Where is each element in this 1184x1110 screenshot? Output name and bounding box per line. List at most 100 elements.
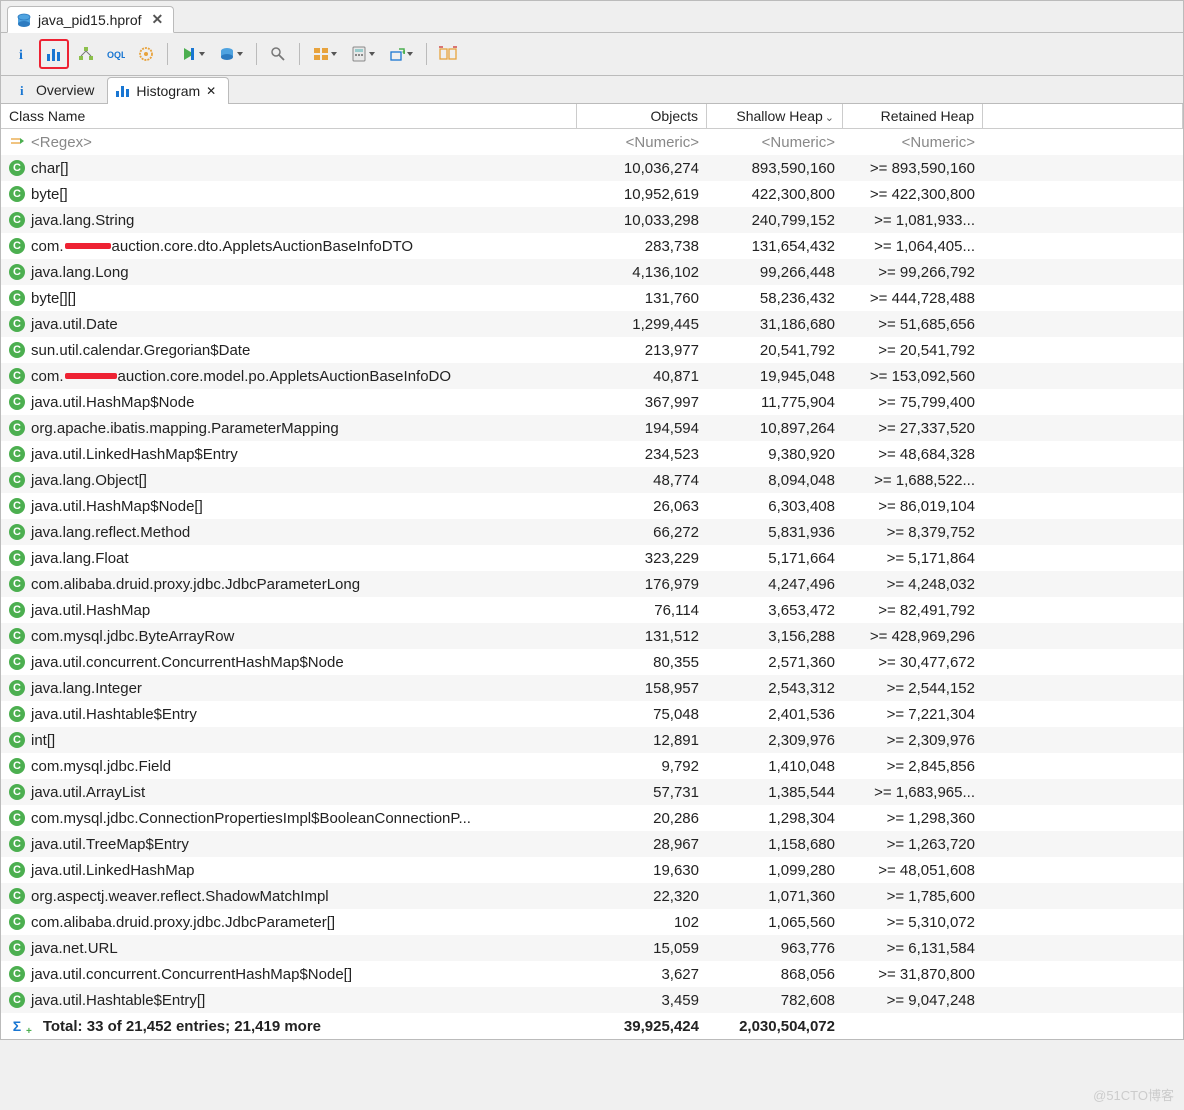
compare-icon[interactable] <box>435 41 461 67</box>
shallow-heap-value: 5,831,936 <box>707 524 843 541</box>
table-row[interactable]: Ccom.mysql.jdbc.ByteArrayRow131,5123,156… <box>1 623 1183 649</box>
class-icon: C <box>9 680 25 696</box>
table-row[interactable]: Csun.util.calendar.Gregorian$Date213,977… <box>1 337 1183 363</box>
table-row[interactable]: Ccom.alibaba.druid.proxy.jdbc.JdbcParame… <box>1 571 1183 597</box>
table-row[interactable]: Cjava.util.HashMap$Node[]26,0636,303,408… <box>1 493 1183 519</box>
objects-value: 80,355 <box>577 654 707 671</box>
table-row[interactable]: Cjava.lang.Long4,136,10299,266,448>= 99,… <box>1 259 1183 285</box>
class-icon: C <box>9 290 25 306</box>
table-row[interactable]: Cjava.util.ArrayList57,7311,385,544>= 1,… <box>1 779 1183 805</box>
table-row[interactable]: Cjava.lang.Integer158,9572,543,312>= 2,5… <box>1 675 1183 701</box>
filter-class-input[interactable]: <Regex> <box>31 134 92 151</box>
table-row[interactable]: Corg.aspectj.weaver.reflect.ShadowMatchI… <box>1 883 1183 909</box>
table-row[interactable]: Cint[]12,8912,309,976>= 2,309,976 <box>1 727 1183 753</box>
table-body: <Regex> <Numeric> <Numeric> <Numeric> Cc… <box>1 129 1183 1039</box>
col-retained-heap[interactable]: Retained Heap <box>843 104 983 128</box>
table-row[interactable]: Corg.apache.ibatis.mapping.ParameterMapp… <box>1 415 1183 441</box>
class-icon: C <box>9 576 25 592</box>
shallow-heap-value: 782,608 <box>707 992 843 1009</box>
shallow-heap-value: 1,385,544 <box>707 784 843 801</box>
class-icon: C <box>9 212 25 228</box>
objects-value: 66,272 <box>577 524 707 541</box>
filter-retained-input[interactable]: <Numeric> <box>843 134 983 151</box>
col-shallow-heap[interactable]: Shallow Heap⌄ <box>707 104 843 128</box>
tab-histogram[interactable]: Histogram ✕ <box>107 77 229 104</box>
toolbar: i OQL <box>1 33 1183 76</box>
query-browser-button[interactable] <box>214 41 248 67</box>
tab-overview[interactable]: i Overview <box>7 76 107 103</box>
table-row[interactable]: Ccom.auction.core.model.po.AppletsAuctio… <box>1 363 1183 389</box>
shallow-heap-value: 131,654,432 <box>707 238 843 255</box>
filter-shallow-input[interactable]: <Numeric> <box>707 134 843 151</box>
retained-heap-value: >= 4,248,032 <box>843 576 983 593</box>
run-report-button[interactable] <box>176 41 210 67</box>
table-row[interactable]: Cjava.util.LinkedHashMap19,6301,099,280>… <box>1 857 1183 883</box>
table-row[interactable]: Ccom.mysql.jdbc.Field9,7921,410,048>= 2,… <box>1 753 1183 779</box>
table-row[interactable]: Cjava.util.Hashtable$Entry[]3,459782,608… <box>1 987 1183 1013</box>
objects-value: 10,952,619 <box>577 186 707 203</box>
table-row[interactable]: Cbyte[]10,952,619422,300,800>= 422,300,8… <box>1 181 1183 207</box>
retained-heap-value: >= 86,019,104 <box>843 498 983 515</box>
table-row[interactable]: Cjava.lang.Float323,2295,171,664>= 5,171… <box>1 545 1183 571</box>
tab-label: Histogram <box>136 83 200 99</box>
calculator-button[interactable] <box>346 41 380 67</box>
info-icon[interactable]: i <box>9 41 35 67</box>
class-name-label: java.lang.reflect.Method <box>31 524 190 541</box>
col-spacer <box>983 104 1183 128</box>
shallow-heap-value: 4,247,496 <box>707 576 843 593</box>
sigma-icon: Σ <box>9 1018 25 1034</box>
table-row[interactable]: Cjava.util.HashMap76,1143,653,472>= 82,4… <box>1 597 1183 623</box>
table-row[interactable]: Ccom.mysql.jdbc.ConnectionPropertiesImpl… <box>1 805 1183 831</box>
shallow-heap-value: 5,171,664 <box>707 550 843 567</box>
class-icon: C <box>9 238 25 254</box>
table-row[interactable]: Cjava.util.concurrent.ConcurrentHashMap$… <box>1 961 1183 987</box>
histogram-icon[interactable] <box>42 42 66 66</box>
retained-heap-value: >= 9,047,248 <box>843 992 983 1009</box>
class-icon: C <box>9 628 25 644</box>
oql-icon[interactable]: OQL <box>103 41 129 67</box>
histogram-table: Class Name Objects Shallow Heap⌄ Retaine… <box>1 104 1183 1039</box>
export-button[interactable] <box>384 41 418 67</box>
retained-heap-value: >= 5,171,864 <box>843 550 983 567</box>
shallow-heap-value: 3,653,472 <box>707 602 843 619</box>
thread-icon[interactable] <box>133 41 159 67</box>
retained-heap-value: >= 893,590,160 <box>843 160 983 177</box>
class-name-label: java.lang.String <box>31 212 134 229</box>
class-icon: C <box>9 498 25 514</box>
table-row[interactable]: Cbyte[][]131,76058,236,432>= 444,728,488 <box>1 285 1183 311</box>
table-row[interactable]: Cjava.lang.reflect.Method66,2725,831,936… <box>1 519 1183 545</box>
table-row[interactable]: Cchar[]10,036,274893,590,160>= 893,590,1… <box>1 155 1183 181</box>
col-class-name[interactable]: Class Name <box>1 104 577 128</box>
table-row[interactable]: Cjava.util.TreeMap$Entry28,9671,158,680>… <box>1 831 1183 857</box>
table-row[interactable]: Cjava.util.Hashtable$Entry75,0482,401,53… <box>1 701 1183 727</box>
table-row[interactable]: Cjava.util.HashMap$Node367,99711,775,904… <box>1 389 1183 415</box>
table-row[interactable]: Cjava.util.LinkedHashMap$Entry234,5239,3… <box>1 441 1183 467</box>
table-row[interactable]: Cjava.lang.String10,033,298240,799,152>=… <box>1 207 1183 233</box>
objects-value: 20,286 <box>577 810 707 827</box>
filter-row[interactable]: <Regex> <Numeric> <Numeric> <Numeric> <box>1 129 1183 155</box>
retained-heap-value: >= 31,870,800 <box>843 966 983 983</box>
col-objects[interactable]: Objects <box>577 104 707 128</box>
table-row[interactable]: Cjava.util.concurrent.ConcurrentHashMap$… <box>1 649 1183 675</box>
search-icon[interactable] <box>265 41 291 67</box>
class-name-label: java.net.URL <box>31 940 118 957</box>
shallow-heap-value: 3,156,288 <box>707 628 843 645</box>
shallow-heap-value: 19,945,048 <box>707 368 843 385</box>
dominator-tree-icon[interactable] <box>73 41 99 67</box>
redacted-text <box>65 243 111 249</box>
class-name-label: sun.util.calendar.Gregorian$Date <box>31 342 250 359</box>
table-row[interactable]: Cjava.util.Date1,299,44531,186,680>= 51,… <box>1 311 1183 337</box>
column-headers: Class Name Objects Shallow Heap⌄ Retaine… <box>1 104 1183 129</box>
table-row[interactable]: Cjava.net.URL15,059963,776>= 6,131,584 <box>1 935 1183 961</box>
table-row[interactable]: Ccom.alibaba.druid.proxy.jdbc.JdbcParame… <box>1 909 1183 935</box>
class-name-label: java.util.ArrayList <box>31 784 145 801</box>
table-row[interactable]: Ccom.auction.core.dto.AppletsAuctionBase… <box>1 233 1183 259</box>
table-row[interactable]: Cjava.lang.Object[]48,7748,094,048>= 1,6… <box>1 467 1183 493</box>
close-icon[interactable]: ✕ <box>152 11 164 28</box>
class-icon: C <box>9 316 25 332</box>
group-button[interactable] <box>308 41 342 67</box>
close-icon[interactable]: ✕ <box>206 84 216 98</box>
file-tab[interactable]: java_pid15.hprof ✕ <box>7 6 174 33</box>
filter-objects-input[interactable]: <Numeric> <box>577 134 707 151</box>
objects-value: 234,523 <box>577 446 707 463</box>
